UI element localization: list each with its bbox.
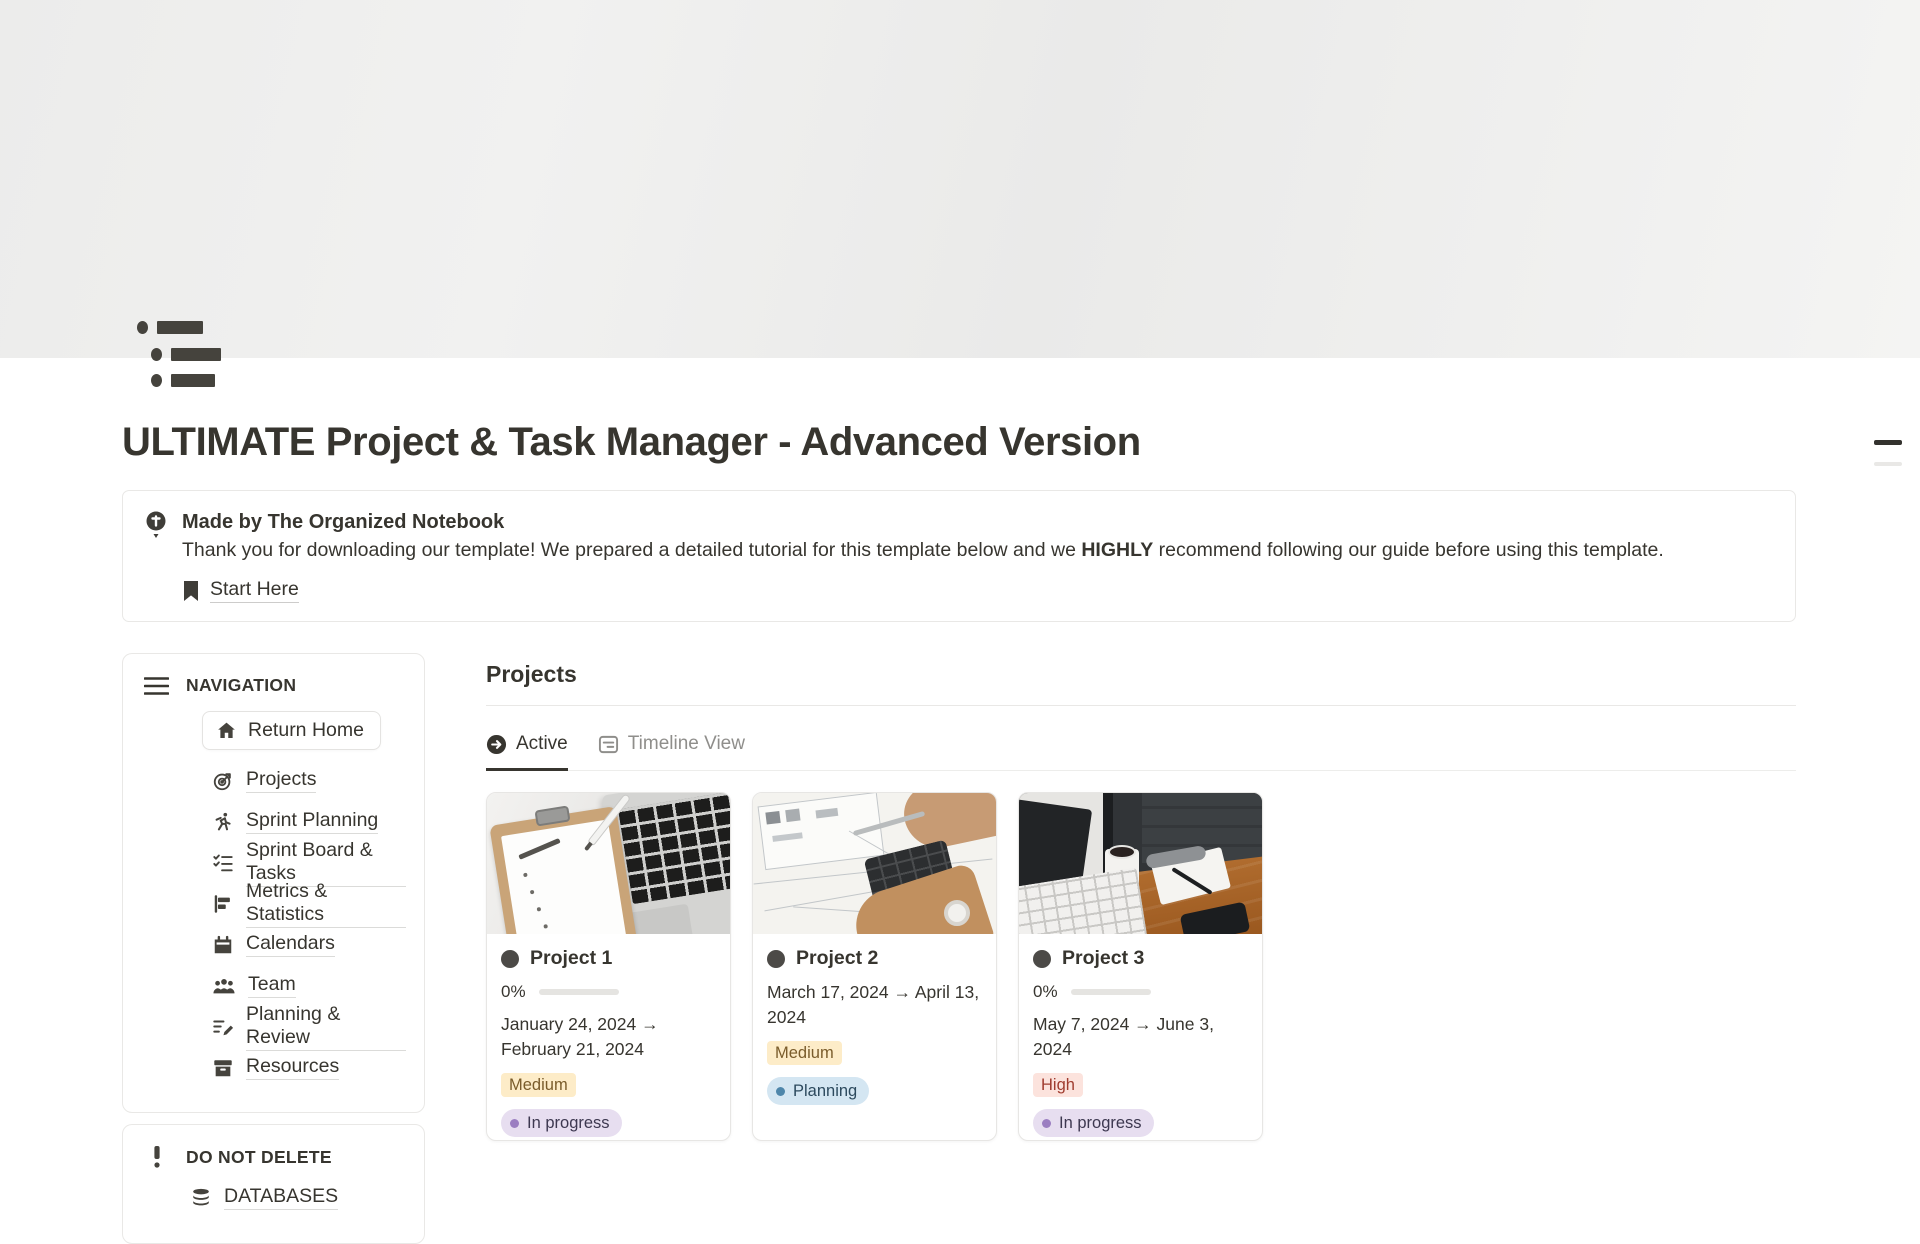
nav-list: Projects Sprint Planning — [212, 760, 406, 1088]
target-icon — [212, 770, 234, 792]
lightbulb-icon — [143, 508, 169, 603]
progress-label: 0% — [1033, 982, 1058, 1002]
callout-body: Thank you for downloading our template! … — [182, 536, 1664, 564]
home-icon — [216, 720, 237, 741]
bar-chart-icon — [212, 893, 234, 915]
sidebar-item-planning-review[interactable]: Planning & Review — [212, 1006, 406, 1047]
task-checklist-icon — [212, 852, 234, 874]
project-1-cover-photo — [487, 793, 730, 934]
priority-badge: High — [1033, 1073, 1083, 1097]
page-title: ULTIMATE Project & Task Manager - Advanc… — [122, 420, 1796, 465]
status-dot — [776, 1087, 785, 1096]
toc-indicator[interactable] — [1874, 440, 1902, 466]
list-pencil-icon — [212, 1016, 234, 1038]
bulleted-list-icon[interactable] — [137, 321, 221, 387]
toc-line-icon — [1874, 440, 1902, 445]
project-dates: May 7, 2024 → June 3, 2024 — [1033, 1012, 1248, 1062]
exclamation-icon — [144, 1146, 169, 1168]
progress-bar — [1071, 989, 1151, 995]
project-page-icon — [501, 950, 519, 968]
status-badge: In progress — [1033, 1109, 1154, 1137]
status-badge: Planning — [767, 1077, 869, 1105]
navigation-box: NAVIGATION Return Home — [122, 653, 425, 1113]
project-title: Project 3 — [1062, 947, 1144, 970]
divider — [486, 705, 1796, 706]
arrow-circle-right-icon — [486, 734, 507, 755]
sidebar-item-sprint-planning[interactable]: Sprint Planning — [212, 801, 406, 842]
project-cards: Project 1 0% January 24, 2024 → February… — [486, 792, 1796, 1141]
cover-image — [0, 0, 1920, 358]
project-page-icon — [767, 950, 785, 968]
sidebar-item-metrics[interactable]: Metrics & Statistics — [212, 883, 406, 924]
callout-title: Made by The Organized Notebook — [182, 508, 1664, 536]
tab-active[interactable]: Active — [486, 733, 568, 771]
people-icon — [212, 975, 236, 997]
tab-timeline-view[interactable]: Timeline View — [598, 733, 745, 771]
do-not-delete-box: DO NOT DELETE DATABASES — [122, 1124, 425, 1244]
archive-box-icon — [212, 1057, 234, 1079]
projects-section: Projects Active — [486, 653, 1796, 1141]
bookmark-icon — [182, 580, 200, 602]
status-badge: In progress — [501, 1109, 622, 1137]
list-icon-row — [151, 348, 221, 361]
page-content: ULTIMATE Project & Task Manager - Advanc… — [122, 420, 1796, 1244]
hamburger-menu-icon[interactable] — [144, 676, 169, 696]
do-not-delete-header: DO NOT DELETE — [186, 1147, 332, 1168]
project-card-3[interactable]: Project 3 0% May 7, 2024 → June 3, 2024 … — [1018, 792, 1263, 1141]
project-dates: January 24, 2024 → February 21, 2024 — [501, 1012, 716, 1062]
progress-label: 0% — [501, 982, 526, 1002]
project-card-1[interactable]: Project 1 0% January 24, 2024 → February… — [486, 792, 731, 1141]
callout-bold-word: HIGHLY — [1081, 539, 1153, 561]
project-3-cover-photo — [1019, 793, 1262, 934]
sidebar: NAVIGATION Return Home — [122, 653, 425, 1244]
return-home-button[interactable]: Return Home — [202, 711, 381, 750]
start-here-link[interactable]: Start Here — [210, 578, 299, 603]
view-tabs: Active Timeline View — [486, 733, 1796, 771]
sidebar-item-projects[interactable]: Projects — [212, 760, 406, 801]
project-dates: March 17, 2024 → April 13, 2024 — [767, 980, 982, 1030]
progress-bar — [539, 989, 619, 995]
made-by-callout: Made by The Organized Notebook Thank you… — [122, 490, 1796, 622]
project-card-2[interactable]: Project 2 March 17, 2024 → April 13, 202… — [752, 792, 997, 1141]
runner-icon — [212, 811, 234, 833]
priority-badge: Medium — [767, 1041, 842, 1065]
project-title: Project 1 — [530, 947, 612, 970]
project-title: Project 2 — [796, 947, 878, 970]
calendar-icon — [212, 934, 234, 956]
list-icon-row — [137, 321, 221, 334]
toc-line-icon — [1874, 462, 1902, 466]
callout-text: Made by The Organized Notebook Thank you… — [182, 508, 1664, 603]
status-dot — [1042, 1119, 1051, 1128]
project-page-icon — [1033, 950, 1051, 968]
database-icon — [190, 1187, 212, 1209]
return-home-label: Return Home — [248, 719, 364, 742]
sidebar-item-calendars[interactable]: Calendars — [212, 924, 406, 965]
projects-heading: Projects — [486, 661, 1796, 688]
sidebar-item-sprint-board[interactable]: Sprint Board & Tasks — [212, 842, 406, 883]
status-dot — [510, 1119, 519, 1128]
timeline-icon — [598, 734, 619, 755]
priority-badge: Medium — [501, 1073, 576, 1097]
sidebar-item-databases[interactable]: DATABASES — [190, 1177, 406, 1218]
navigation-header: NAVIGATION — [186, 675, 296, 696]
list-icon-row — [151, 374, 221, 387]
sidebar-item-resources[interactable]: Resources — [212, 1047, 406, 1088]
sidebar-item-team[interactable]: Team — [212, 965, 406, 1006]
project-2-cover-photo — [753, 793, 996, 934]
